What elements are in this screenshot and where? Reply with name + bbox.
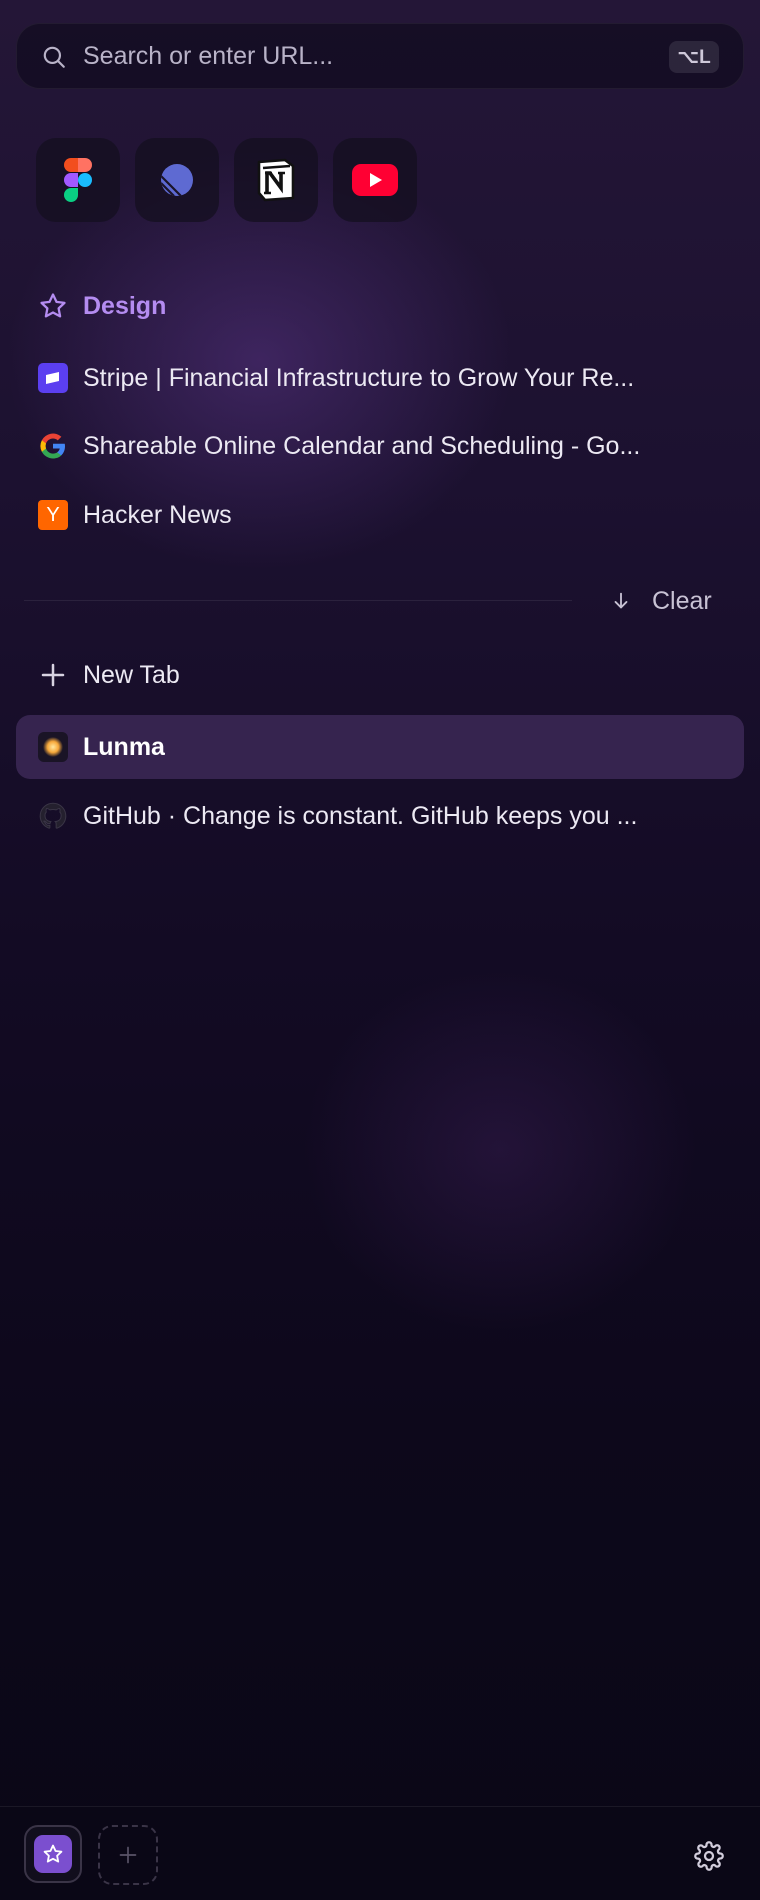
folder-item-google-calendar[interactable]: Shareable Online Calendar and Scheduling… (16, 414, 744, 478)
folder-item-stripe[interactable]: Stripe | Financial Infrastructure to Gro… (16, 346, 744, 410)
lunma-icon (38, 732, 68, 762)
folder-label: Design (83, 291, 167, 320)
shortcut-badge: ⌥L (669, 41, 719, 73)
hacker-news-icon: Y (38, 500, 68, 530)
pinned-linear[interactable] (135, 138, 219, 222)
space-badge (34, 1835, 72, 1873)
folder-item-label: Stripe | Financial Infrastructure to Gro… (83, 363, 635, 392)
pinned-youtube[interactable] (333, 138, 417, 222)
tab-label: Lunma (83, 732, 165, 761)
search-input[interactable] (83, 24, 663, 88)
clear-label: Clear (652, 586, 712, 615)
tab-github[interactable]: GitHub · Change is constant. GitHub keep… (16, 784, 744, 848)
google-icon (40, 433, 65, 459)
figma-icon (64, 158, 92, 202)
linear-icon (161, 164, 193, 196)
folder-item-hacker-news[interactable]: Y Hacker News (16, 483, 744, 547)
divider (24, 600, 572, 601)
star-icon (40, 293, 66, 318)
notion-icon (257, 158, 295, 202)
hacker-news-glyph: Y (46, 503, 60, 526)
new-tab-button[interactable]: New Tab (16, 643, 744, 707)
footer-bar (0, 1806, 760, 1900)
youtube-icon (352, 164, 398, 196)
folder-item-label: Shareable Online Calendar and Scheduling… (83, 431, 641, 460)
add-space-button[interactable] (98, 1825, 158, 1885)
gear-icon (694, 1841, 724, 1871)
stripe-icon (38, 363, 68, 393)
folder-item-label: Hacker News (83, 500, 232, 529)
plus-icon (119, 1846, 137, 1864)
search-bar[interactable]: ⌥L (16, 23, 744, 89)
search-icon (43, 46, 65, 68)
settings-button[interactable] (693, 1840, 725, 1872)
star-icon (43, 1844, 63, 1863)
pinned-notion[interactable] (234, 138, 318, 222)
arrow-down-icon (614, 592, 628, 609)
new-tab-label: New Tab (83, 660, 180, 689)
github-icon (39, 802, 67, 829)
pinned-figma[interactable] (36, 138, 120, 222)
space-button[interactable] (24, 1825, 82, 1883)
folder-design[interactable]: Design (16, 274, 744, 338)
tab-label: GitHub · Change is constant. GitHub keep… (83, 801, 638, 830)
clear-button[interactable]: Clear (600, 580, 730, 622)
tab-lunma[interactable]: Lunma (16, 715, 744, 779)
plus-icon (41, 663, 65, 687)
pinned-apps (36, 138, 417, 222)
